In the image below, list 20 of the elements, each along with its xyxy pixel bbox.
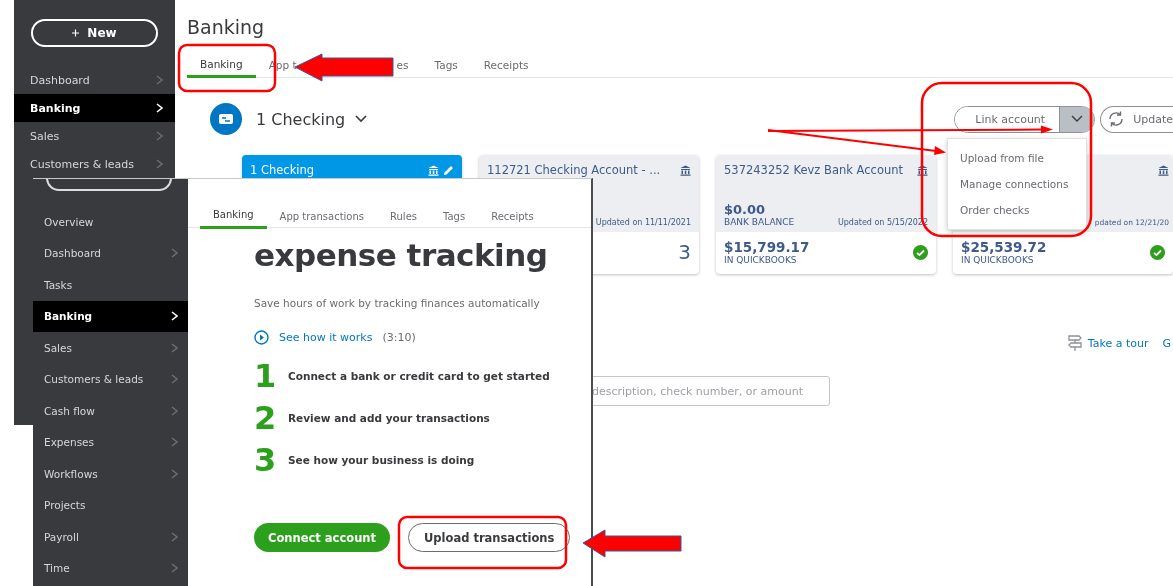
quickbooks-balance: $25,539.72 — [961, 239, 1047, 255]
step-text: See how your business is doing — [288, 454, 475, 466]
page-title: Banking — [187, 16, 266, 38]
balance-label: BANK BALANCE — [724, 217, 795, 227]
transaction-count: 3 — [678, 240, 691, 264]
bank-balance: $0.00 — [724, 202, 767, 217]
step-number: 1 — [254, 357, 278, 395]
account-title: 537243252 Kevz Bank Account — [724, 163, 904, 177]
video-length: (3:10) — [382, 331, 416, 344]
updated-date: Updated on 11/11/2021 — [595, 218, 691, 227]
account-title: 112721 Checking Account - ... — [487, 163, 661, 177]
step-text: Review and add your transactions — [288, 412, 490, 424]
account-title: 1 Checking — [250, 163, 315, 177]
balance-label: IN QUICKBOOKS — [961, 255, 1035, 265]
balance-label: IN QUICKBOOKS — [724, 255, 798, 265]
quickbooks-balance: $15,799.17 — [724, 239, 810, 255]
step-number: 3 — [254, 441, 278, 479]
step-number: 2 — [254, 399, 278, 437]
subtitle: Save hours of work by tracking finances automatically — [254, 297, 541, 309]
heading: expense tracking — [254, 237, 549, 273]
